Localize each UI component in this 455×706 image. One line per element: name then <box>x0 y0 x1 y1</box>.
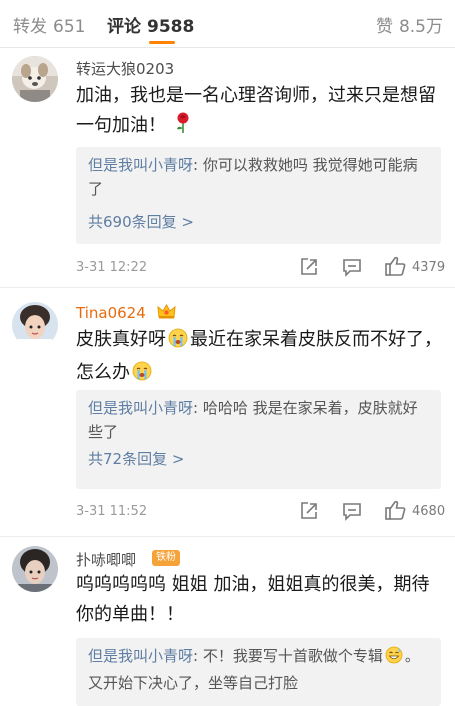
reply-username[interactable]: 但是我叫小青呀 <box>88 399 193 417</box>
comment-timestamp: 3-31 11:52 <box>76 504 148 519</box>
like-icon[interactable] <box>384 255 406 277</box>
comment-icon[interactable] <box>341 256 363 278</box>
avatar[interactable] <box>12 302 58 348</box>
comment-text: 加油，我也是一名心理咨询师，过来只是想留一句加油！ <box>76 81 442 144</box>
tab-like-count: 8.5万 <box>398 17 443 37</box>
reply-preview-box[interactable]: 但是我叫小青呀: 不！我要写十首歌做个专辑 。又开始下决心了，坐等自己打脸 <box>76 638 441 706</box>
tab-repost[interactable]: 转发 651 <box>13 12 85 37</box>
active-tab-indicator <box>149 41 175 44</box>
reply-preview-box[interactable]: 但是我叫小青呀: 你可以救救她吗 我觉得她可能病了 共690条回复 > <box>76 147 441 244</box>
tab-like[interactable]: 赞 8.5万 <box>376 12 443 37</box>
comment-icon[interactable] <box>341 500 363 522</box>
reply-text: 但是我叫小青呀: 哈哈哈 我是在家呆着，皮肤就好些了 <box>88 396 428 444</box>
tab-repost-count: 651 <box>53 17 86 37</box>
comment-item: Tina0624 皮肤真好呀 最近在家呆着皮肤反而不好了，怎么办 但是我叫小青呀… <box>0 289 455 537</box>
view-all-replies-link[interactable]: 共690条回复 > <box>88 211 194 232</box>
tab-comment-count: 9588 <box>147 17 195 37</box>
comment-text-part1: 皮肤真好呀 <box>76 329 166 350</box>
like-count: 4379 <box>412 260 446 275</box>
reply-username[interactable]: 但是我叫小青呀 <box>88 647 193 665</box>
tab-comment[interactable]: 评论 9588 <box>107 12 194 37</box>
comment-text: 皮肤真好呀 最近在家呆着皮肤反而不好了，怎么办 <box>76 325 442 391</box>
grin-sweat-icon <box>385 646 403 671</box>
like-icon[interactable] <box>384 499 406 521</box>
comment-text: 呜呜呜呜呜 姐姐 加油，姐姐真的很美，期待你的单曲！！ <box>76 574 430 625</box>
crown-icon <box>157 303 176 320</box>
fan-badge: 铁粉 <box>152 550 180 566</box>
crying-face-icon <box>168 328 188 358</box>
comment-username[interactable]: 转运大狼0203 <box>76 58 174 79</box>
share-icon[interactable] <box>298 500 320 522</box>
comment-tab-bar: 转发 651 评论 9588 赞 8.5万 <box>0 0 455 48</box>
reply-preview-box[interactable]: 但是我叫小青呀: 哈哈哈 我是在家呆着，皮肤就好些了 共72条回复 > <box>76 390 441 489</box>
crying-face-icon <box>132 361 152 391</box>
tab-like-label: 赞 <box>375 17 393 37</box>
comment-username[interactable]: 扑哧唧唧 <box>76 549 136 570</box>
view-all-replies-link[interactable]: 共72条回复 > <box>88 448 184 469</box>
reply-text: 但是我叫小青呀: 不！我要写十首歌做个专辑 。又开始下决心了，坐等自己打脸 <box>88 644 428 695</box>
reply-username[interactable]: 但是我叫小青呀 <box>88 156 193 174</box>
reply-content-part1: : 不！我要写十首歌做个专辑 <box>193 647 383 665</box>
comment-item: 扑哧唧唧 铁粉 呜呜呜呜呜 姐姐 加油，姐姐真的很美，期待你的单曲！！ 但是我叫… <box>0 538 455 706</box>
like-count: 4680 <box>412 504 446 519</box>
comment-item: 转运大狼0203 加油，我也是一名心理咨询师，过来只是想留一句加油！ 但是我叫小… <box>0 48 455 288</box>
comment-timestamp: 3-31 12:22 <box>76 260 148 275</box>
rose-icon <box>174 112 192 144</box>
tab-comment-label: 评论 <box>107 17 141 37</box>
comment-text-content: 加油，我也是一名心理咨询师，过来只是想留一句加油！ <box>76 85 436 136</box>
share-icon[interactable] <box>298 256 320 278</box>
reply-text: 但是我叫小青呀: 你可以救救她吗 我觉得她可能病了 <box>88 153 428 201</box>
tab-repost-label: 转发 <box>13 17 47 37</box>
comment-username[interactable]: Tina0624 <box>76 304 146 322</box>
avatar[interactable] <box>12 56 58 102</box>
avatar[interactable] <box>12 546 58 592</box>
